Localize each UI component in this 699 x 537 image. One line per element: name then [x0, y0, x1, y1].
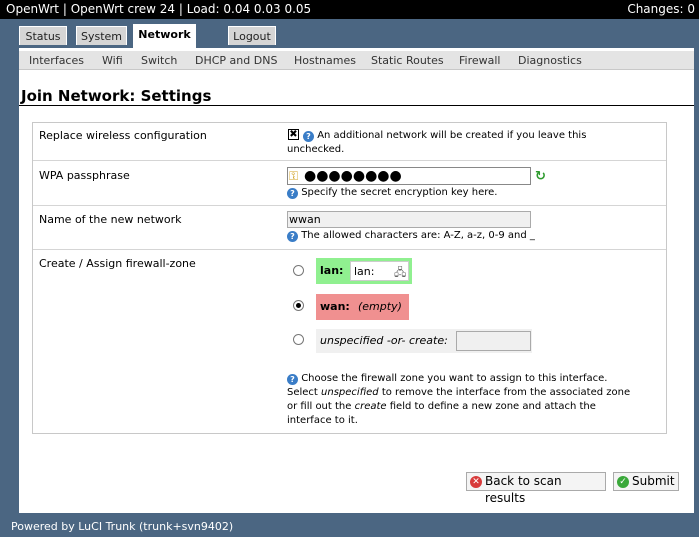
- changes-counter[interactable]: Changes: 0: [627, 0, 695, 19]
- subnav-static-routes[interactable]: Static Routes: [371, 54, 444, 67]
- zone-lan-network-label: lan:: [354, 265, 375, 278]
- zone-unspecified-option[interactable]: unspecified -or- create:: [316, 329, 532, 353]
- subnav-wifi[interactable]: Wifi: [102, 54, 123, 67]
- zone-unspecified-radio[interactable]: [293, 334, 304, 345]
- help-text: field to define a new zone and attach th…: [386, 401, 596, 412]
- subnav-firewall[interactable]: Firewall: [459, 54, 500, 67]
- zone-unspecified-label: unspecified -or- create:: [320, 334, 448, 347]
- sub-navigation: Interfaces Wifi Switch DHCP and DNS Host…: [19, 48, 694, 70]
- zone-lan-radio[interactable]: [293, 265, 304, 276]
- row-divider: [33, 249, 666, 250]
- tab-network[interactable]: Network: [133, 24, 196, 48]
- tab-logout[interactable]: Logout: [228, 26, 276, 45]
- back-to-scan-label: Back to scan results: [485, 474, 562, 505]
- subnav-dhcp-dns[interactable]: DHCP and DNS: [195, 54, 277, 67]
- top-bar: OpenWrt | OpenWrt crew 24 | Load: 0.04 0…: [0, 0, 699, 19]
- key-icon: ⚿: [289, 169, 299, 183]
- reveal-password-icon[interactable]: ↻: [535, 169, 546, 184]
- help-emphasis: unspecified: [321, 387, 379, 398]
- help-emphasis: create: [354, 401, 387, 412]
- firewall-zone-help-line4: interface to it.: [287, 415, 358, 426]
- tab-status[interactable]: Status: [19, 26, 67, 45]
- network-name-help-text: The allowed characters are: A-Z, a-z, 0-…: [301, 230, 535, 241]
- zone-wan-networks: (empty): [358, 300, 402, 313]
- tab-system[interactable]: System: [76, 26, 127, 45]
- network-name-help: ? The allowed characters are: A-Z, a-z, …: [287, 229, 535, 243]
- system-status: OpenWrt | OpenWrt crew 24 | Load: 0.04 0…: [6, 2, 312, 16]
- zone-lan-option[interactable]: lan: lan: 🖧: [316, 258, 412, 284]
- network-name-input[interactable]: wwan: [287, 211, 531, 228]
- footer: Powered by LuCI Trunk (trunk+svn9402): [11, 520, 234, 533]
- zone-wan-name: wan:: [320, 300, 350, 313]
- wpa-passphrase-help-text: Specify the secret encryption key here.: [301, 187, 498, 198]
- replace-config-help: ? An additional network will be created …: [303, 129, 586, 143]
- network-name-label: Name of the new network: [39, 213, 182, 226]
- submit-label: Submit: [632, 474, 675, 488]
- help-text: to remove the interface from the associa…: [378, 387, 631, 398]
- help-text: or fill out the: [287, 401, 355, 412]
- wpa-passphrase-input[interactable]: ⚿ ●●●●●●●●: [287, 167, 531, 185]
- cancel-icon: ✕: [470, 476, 482, 488]
- wpa-passphrase-value: ●●●●●●●●: [304, 168, 402, 184]
- firewall-zone-help-line3: or fill out the create field to define a…: [287, 400, 596, 414]
- help-text: Select: [287, 387, 322, 398]
- firewall-zone-help-line2: Select unspecified to remove the interfa…: [287, 386, 630, 400]
- network-icon: 🖧: [394, 266, 407, 279]
- firewall-zone-help-line1: Choose the firewall zone you want to ass…: [301, 373, 608, 384]
- help-icon: ?: [287, 188, 298, 199]
- zone-lan-name: lan:: [320, 264, 344, 277]
- subnav-hostnames[interactable]: Hostnames: [294, 54, 356, 67]
- back-to-scan-button[interactable]: ✕ Back to scan results: [466, 472, 606, 505]
- replace-config-help-cont: unchecked.: [287, 144, 345, 155]
- main-content: Join Network: Settings Replace wireless …: [19, 70, 694, 513]
- wpa-passphrase-help: ? Specify the secret encryption key here…: [287, 186, 497, 200]
- subnav-diagnostics[interactable]: Diagnostics: [518, 54, 582, 67]
- firewall-zone-label: Create / Assign firewall-zone: [39, 257, 196, 270]
- check-icon: ✓: [617, 476, 629, 488]
- firewall-zone-help: ? Choose the firewall zone you want to a…: [287, 372, 607, 386]
- zone-wan-option[interactable]: wan: (empty): [316, 294, 409, 320]
- replace-config-checkbox[interactable]: ✖: [288, 129, 299, 140]
- new-zone-input[interactable]: [456, 331, 531, 351]
- settings-panel: Replace wireless configuration ✖ ? An ad…: [32, 122, 667, 434]
- submit-button[interactable]: ✓ Submit: [613, 472, 679, 491]
- page-title: Join Network: Settings: [21, 87, 212, 105]
- replace-config-help-text: An additional network will be created if…: [317, 130, 587, 141]
- title-divider: [19, 105, 694, 106]
- help-icon: ?: [287, 231, 298, 242]
- wpa-passphrase-label: WPA passphrase: [39, 169, 130, 182]
- help-icon: ?: [303, 131, 314, 142]
- help-icon: ?: [287, 374, 298, 385]
- replace-config-label: Replace wireless configuration: [39, 129, 207, 142]
- subnav-interfaces[interactable]: Interfaces: [29, 54, 84, 67]
- row-divider: [33, 160, 666, 161]
- zone-wan-radio[interactable]: [293, 300, 304, 311]
- row-divider: [33, 205, 666, 206]
- main-tabs: Status System Network Logout: [0, 19, 699, 48]
- zone-lan-networks: lan: 🖧: [350, 261, 409, 281]
- subnav-switch[interactable]: Switch: [141, 54, 177, 67]
